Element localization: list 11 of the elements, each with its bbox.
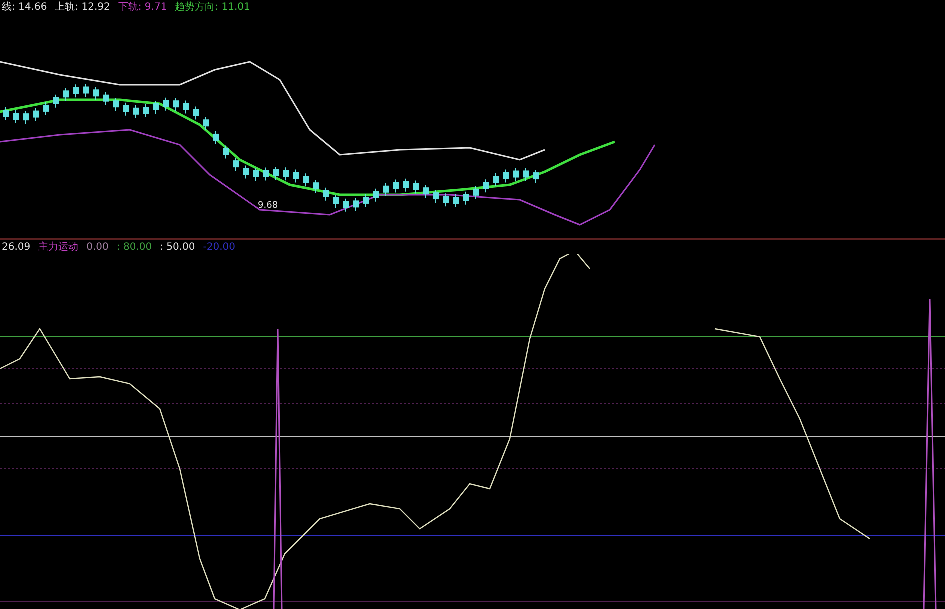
- indicator-legend-value: 主力运动: [38, 240, 79, 254]
- price-label: 9.68: [258, 201, 278, 211]
- legend-value: 趋势方向: 11.01: [175, 0, 250, 14]
- legend-value: 线: 14.66: [2, 0, 48, 14]
- legend-value: 下轨: 9.71: [118, 0, 168, 14]
- indicator-value: 26.09: [2, 242, 31, 252]
- indicator-legend-value: : 50.00: [160, 242, 196, 252]
- indicator-legend-value: -20.00: [203, 242, 236, 252]
- indicator-legend-value: 0.00: [86, 242, 109, 252]
- indicator-legend-value: : 80.00: [116, 242, 152, 252]
- legend-value: 上轨: 12.92: [55, 0, 110, 14]
